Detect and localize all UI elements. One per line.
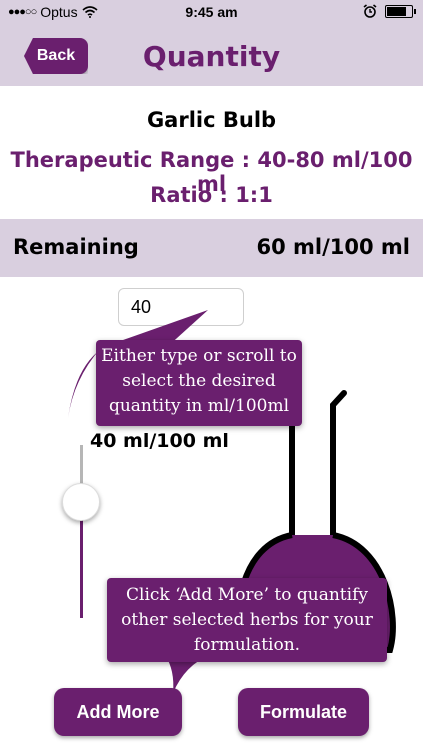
herb-name: Garlic Bulb [146,108,277,132]
clock: 9:45 am [185,4,238,20]
remaining-bar: Remaining 60 ml/100 ml [0,219,423,277]
add-more-tip-callout: Click ‘Add More’ to quantify other selec… [107,578,387,662]
add-more-button[interactable]: Add More [54,688,182,736]
formulate-button[interactable]: Formulate [238,688,369,736]
remaining-label: Remaining [13,235,139,259]
page-title: Quantity [142,40,281,73]
remaining-value: 60 ml/100 ml [256,235,410,259]
quantity-slider-thumb[interactable] [62,483,100,521]
status-bar: ●●●○○ Optus 9:45 am [0,0,423,26]
herb-info: Garlic Bulb Therapeutic Range : 40-80 ml… [0,86,423,219]
alarm-clock-icon [363,4,377,18]
herb-ratio: Ratio : 1:1 [150,183,273,207]
battery-icon [385,4,416,18]
navigation-bar: Back Quantity [0,26,423,86]
scroll-tip-callout: Either type or scroll to select the desi… [96,340,302,426]
quantity-display: 40 ml/100 ml [90,430,229,452]
